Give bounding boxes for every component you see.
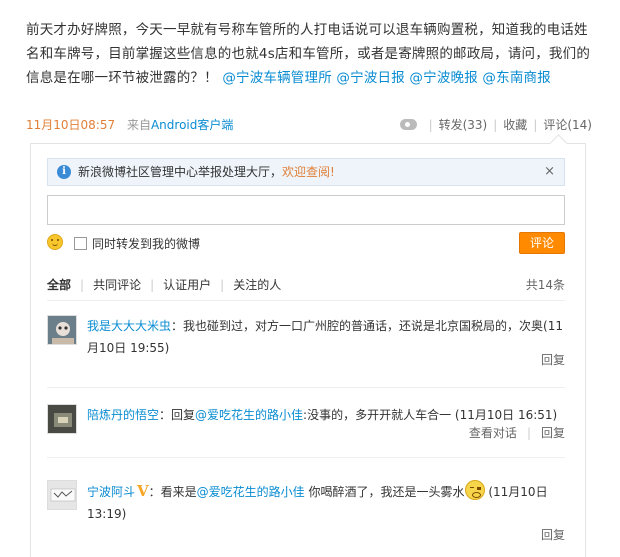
comment-text: :没事的，多开开就人车合一 (303, 408, 452, 422)
comment-username[interactable]: 我是大大大米虫 (87, 319, 171, 333)
dizzy-face-emoji-icon (464, 480, 485, 500)
reply-button[interactable]: 回复 (541, 353, 565, 367)
comment-input[interactable] (47, 195, 565, 225)
divider: | (533, 118, 538, 132)
favorite-button[interactable]: 收藏 (503, 118, 527, 132)
verified-v-icon[interactable]: V (137, 480, 149, 502)
mention-ningbo-evening[interactable]: @宁波晚报 (409, 70, 478, 86)
divider: | (526, 426, 531, 440)
divider (47, 457, 565, 458)
speaker-icon[interactable] (399, 119, 417, 130)
tab-all[interactable]: 全部 (47, 276, 71, 293)
comment-filter: 全部 | 共同评论 | 认证用户 | 关注的人 共14条 (47, 276, 565, 294)
comment-username[interactable]: 陪炼丹的悟空 (87, 408, 159, 422)
divider: | (428, 118, 433, 132)
reply-button[interactable]: 回复 (541, 426, 565, 440)
comment-body: 宁波阿斗 V：看来是@爱吃花生的路小佳 你喝醉酒了，我还是一头雾水 (11月10日… (87, 480, 565, 525)
notice-text: 新浪微博社区管理中心举报处理大厅， (78, 165, 283, 179)
comment-button[interactable]: 评论(14) (543, 118, 592, 132)
mention-ningbo-daily[interactable]: @宁波日报 (336, 70, 405, 86)
post-actions: | 转发(33) | 收藏 | 评论(14) (399, 116, 592, 133)
post-source[interactable]: Android客户端 (151, 118, 233, 132)
divider (47, 300, 565, 301)
repost-button[interactable]: 转发(33) (439, 118, 488, 132)
divider (47, 387, 565, 388)
post-text: 前天才办好牌照，今天一早就有号称车管所的人打电话说可以退车辆购置税，知道我的电话… (26, 18, 592, 90)
tab-verified-users[interactable]: 认证用户 (163, 276, 211, 293)
reply-button[interactable]: 回复 (541, 528, 565, 542)
tab-common-comments[interactable]: 共同评论 (93, 276, 141, 293)
source-prefix: 来自 (126, 118, 151, 132)
comment-actions: 查看对话 | 回复 (469, 424, 565, 441)
post-meta: 11月10日08:57 来自Android客户端 | 转发(33) | 收藏 | 评论(1… (26, 116, 592, 134)
submit-comment-button[interactable]: 评论 (519, 232, 565, 254)
notice-bar: i 新浪微博社区管理中心举报处理大厅，欢迎查阅! × (47, 158, 565, 186)
comment-item: 宁波阿斗 V：看来是@爱吃花生的路小佳 你喝醉酒了，我还是一头雾水 (11月10日… (47, 480, 565, 546)
divider: | (493, 118, 498, 132)
repost-checkbox-label: 同时转发到我的微博 (92, 237, 201, 251)
comment-item: 我是大大大米虫：我也碰到过，对方一口广州腔的普通话，还说是北京国税局的，次奥(1… (47, 315, 565, 375)
comment-item: 陪炼丹的悟空：回复@爱吃花生的路小佳:没事的，多开开就人车合一 (11月10日 … (47, 404, 565, 444)
comment-username[interactable]: 宁波阿斗 (87, 485, 135, 499)
mention-ningbo-vehicle-admin[interactable]: @宁波车辆管理所 (222, 70, 332, 86)
mention-dongnan-business[interactable]: @东南商报 (482, 70, 551, 86)
notice-link[interactable]: 欢迎查阅! (282, 165, 335, 179)
composer-tools: 同时转发到我的微博 评论 (47, 232, 565, 254)
comment-actions: 回复 (541, 351, 565, 368)
comment-reply-prefix: ：回复 (159, 408, 196, 422)
comment-body: 陪炼丹的悟空：回复@爱吃花生的路小佳:没事的，多开开就人车合一 (11月10日 … (87, 404, 565, 426)
repost-checkbox[interactable] (74, 237, 87, 250)
divider: | (150, 278, 155, 292)
comment-count: 共14条 (525, 278, 565, 292)
avatar[interactable] (47, 404, 77, 434)
comment-actions: 回复 (541, 526, 565, 543)
avatar[interactable] (47, 480, 77, 510)
post-time[interactable]: 11月10日08:57 (26, 118, 115, 132)
avatar[interactable] (47, 315, 77, 345)
comment-mention[interactable]: @爱吃花生的路小佳 (195, 408, 303, 422)
comment-text: 你喝醉酒了，我还是一头雾水 (304, 485, 465, 499)
tab-following[interactable]: 关注的人 (233, 276, 281, 293)
info-icon: i (57, 165, 71, 179)
divider: | (80, 278, 85, 292)
comment-text: ：我也碰到过，对方一口广州腔的普通话，还说是北京国税局的，次奥 (171, 319, 544, 333)
view-conversation-link[interactable]: 查看对话 (469, 426, 517, 440)
divider: | (220, 278, 225, 292)
comment-mention[interactable]: @爱吃花生的路小佳 (197, 485, 305, 499)
smile-emoji-icon[interactable] (47, 234, 63, 250)
comment-body: 我是大大大米虫：我也碰到过，对方一口广州腔的普通话，还说是北京国税局的，次奥(1… (87, 315, 565, 359)
close-icon[interactable]: × (544, 159, 555, 185)
comment-panel: i 新浪微博社区管理中心举报处理大厅，欢迎查阅! × 同时转发到我的微博 评论 … (30, 143, 586, 557)
comment-time: (11月10日 16:51) (454, 408, 558, 422)
comment-reply-prefix: ：看来是 (148, 485, 197, 499)
